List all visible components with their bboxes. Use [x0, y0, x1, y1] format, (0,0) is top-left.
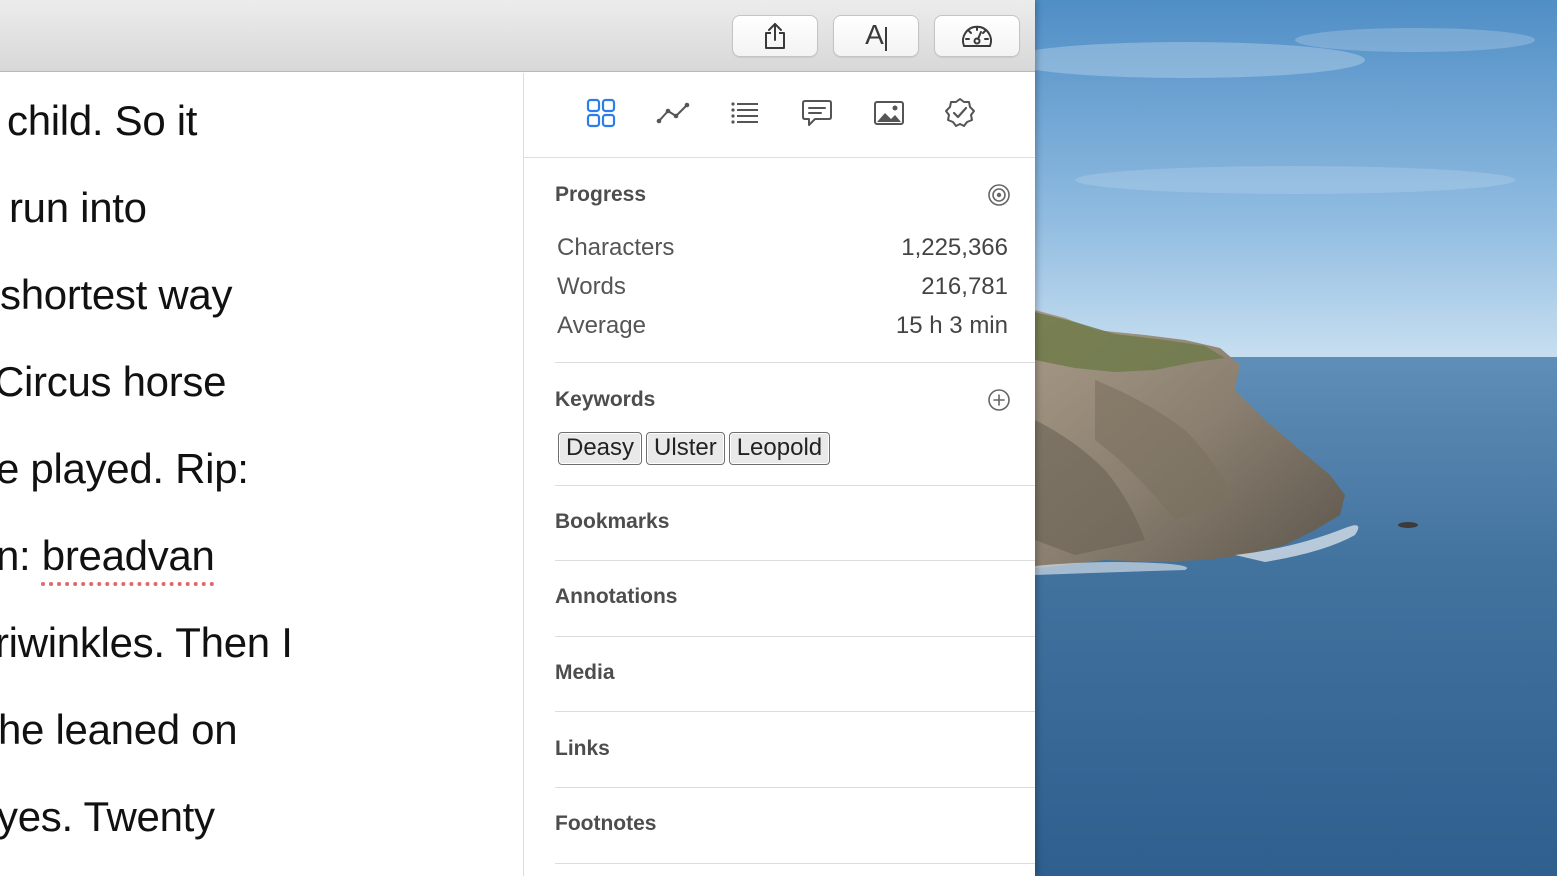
divider	[555, 711, 1035, 712]
add-keyword-button[interactable]	[987, 388, 1011, 412]
editor-line: e played. Rip:	[0, 445, 249, 492]
divider	[555, 560, 1035, 561]
keyword-tag[interactable]: Leopold	[728, 432, 831, 465]
dashboard-button[interactable]	[934, 15, 1020, 57]
bookmarks-section-title[interactable]: Bookmarks	[555, 510, 669, 534]
keyword-list: Deasy Ulster Leopold	[558, 432, 831, 465]
tab-statistics[interactable]	[655, 97, 691, 133]
grid-icon	[586, 98, 616, 133]
keyword-tag[interactable]: Ulster	[646, 432, 725, 465]
keywords-section-title: Keywords	[555, 388, 656, 411]
divider	[555, 863, 1035, 864]
editor-line: shortest way	[0, 271, 233, 318]
speedometer-icon	[960, 22, 994, 50]
target-icon	[987, 184, 1011, 211]
tab-media[interactable]	[871, 97, 907, 133]
stat-value-words: 216,781	[921, 273, 1008, 300]
editor-line: run into	[9, 184, 147, 231]
tab-overview[interactable]	[583, 97, 619, 133]
divider	[555, 636, 1035, 637]
editor-line: Circus horse	[0, 358, 227, 405]
editor-line-text: n:	[0, 532, 42, 579]
divider	[555, 787, 1035, 788]
tab-annotations[interactable]	[799, 97, 835, 133]
editor-text-area[interactable]: child. So it run into shortest way Circu…	[0, 73, 523, 876]
image-icon	[873, 100, 905, 131]
font-icon: A	[865, 20, 887, 52]
comment-icon	[801, 98, 833, 133]
media-section-title[interactable]: Media	[555, 661, 615, 685]
editor-line: n: breadvan	[0, 532, 215, 580]
links-section-title[interactable]: Links	[555, 737, 610, 761]
toolbar: A	[0, 0, 1035, 72]
footnotes-section-title[interactable]: Footnotes	[555, 812, 656, 836]
misspelled-word[interactable]: breadvan	[42, 532, 215, 579]
add-circle-icon	[987, 389, 1011, 416]
share-icon	[763, 22, 787, 50]
stat-value-average: 15 h 3 min	[895, 312, 1008, 339]
desktop-wallpaper	[1035, 0, 1557, 876]
sidebar-tab-bar	[524, 73, 1035, 158]
progress-goal-button[interactable]	[987, 183, 1011, 207]
list-icon	[730, 101, 760, 130]
editor-line: child. So it	[7, 97, 198, 144]
editor-line: yes. Twenty	[0, 793, 215, 840]
progress-section-title: Progress	[555, 183, 647, 206]
checkmark-badge-icon	[944, 97, 976, 134]
stat-label-average: Average	[557, 312, 646, 339]
graph-icon	[656, 101, 690, 130]
stat-label-characters: Characters	[557, 234, 675, 261]
stat-value-characters: 1,225,366	[901, 234, 1008, 261]
font-button[interactable]: A	[833, 15, 919, 57]
divider	[555, 362, 1035, 363]
editor-line: riwinkles. Then I	[0, 619, 293, 666]
keyword-tag[interactable]: Deasy	[558, 432, 643, 465]
tab-goals[interactable]	[942, 97, 978, 133]
annotations-section-title[interactable]: Annotations	[555, 585, 677, 609]
sidebar-panel: Progress Characters 1,225,366 Words 216,…	[523, 73, 1035, 876]
share-button[interactable]	[732, 15, 818, 57]
stat-label-words: Words	[557, 273, 626, 300]
editor-line: he leaned on	[0, 706, 238, 753]
divider	[555, 485, 1035, 486]
app-window: A child. So it run into shortest way Cir…	[0, 0, 1035, 876]
tab-outline[interactable]	[727, 97, 763, 133]
